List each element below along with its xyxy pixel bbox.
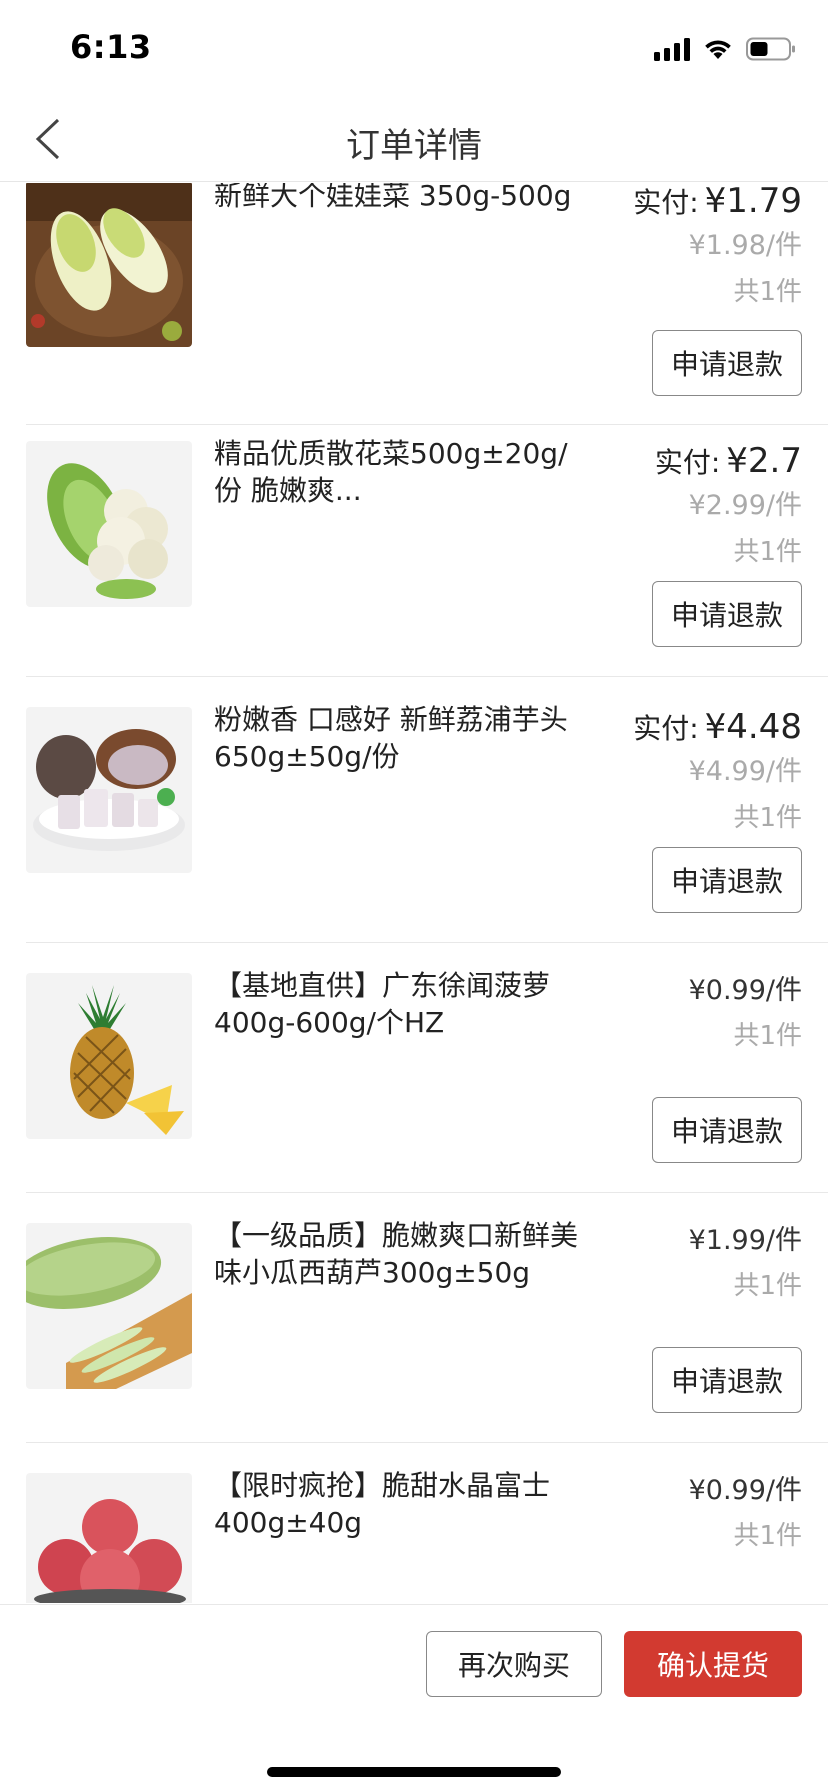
unit-price: ¥4.99/件 (688, 756, 802, 787)
price-column: ¥0.99/件 共1件 (542, 971, 802, 1053)
item-quantity: 共1件 (733, 1271, 802, 1301)
buy-again-button[interactable]: 再次购买 (426, 1631, 602, 1697)
wifi-icon (702, 37, 734, 61)
product-image-pineapple[interactable] (26, 973, 192, 1139)
item-quantity: 共1件 (733, 537, 802, 567)
product-name[interactable]: 【一级品质】脆嫩爽口新鲜美味小瓜西葫芦300g±50g (214, 1217, 584, 1291)
home-indicator[interactable] (267, 1767, 561, 1777)
paid-value: ¥2.7 (726, 441, 802, 481)
price-column: 实付: ¥2.7 ¥2.99/件 共1件 (542, 441, 802, 569)
product-name[interactable]: 精品优质散花菜500g±20g/份 脆嫩爽... (214, 435, 584, 509)
status-bar: 6:13 (0, 0, 828, 96)
price-column: ¥0.99/件 共1件 (542, 1471, 802, 1553)
refund-button[interactable]: 申请退款 (652, 1347, 802, 1413)
page-title: 订单详情 (346, 126, 482, 166)
paid-amount: 实付: ¥1.79 (542, 183, 802, 221)
product-image-cauliflower[interactable] (26, 441, 192, 607)
refund-button[interactable]: 申请退款 (652, 581, 802, 647)
item-quantity: 共1件 (733, 803, 802, 833)
order-item-list[interactable]: 新鲜大个娃娃菜 350g-500g 实付: ¥1.79 ¥1.98/件 共1件 申… (0, 183, 828, 1603)
confirm-pickup-button[interactable]: 确认提货 (624, 1631, 802, 1697)
unit-price: ¥0.99/件 (688, 1475, 802, 1506)
nav-bar: 订单详情 (0, 96, 828, 182)
price-column: 实付: ¥1.79 ¥1.98/件 共1件 (542, 183, 802, 309)
unit-price: ¥2.99/件 (688, 490, 802, 521)
price-column: ¥1.99/件 共1件 (542, 1221, 802, 1303)
paid-amount: 实付: ¥4.48 (542, 707, 802, 747)
item-quantity: 共1件 (733, 1521, 802, 1551)
paid-label: 实付: (654, 446, 721, 479)
bottom-action-bar: 再次购买 确认提货 (0, 1604, 828, 1792)
battery-icon (746, 37, 796, 61)
paid-value: ¥1.79 (704, 183, 802, 221)
item-quantity: 共1件 (733, 1021, 802, 1051)
paid-label: 实付: (633, 186, 699, 219)
item-quantity: 共1件 (733, 277, 802, 307)
paid-amount: 实付: ¥2.7 (542, 441, 802, 481)
divider (26, 1192, 828, 1193)
refund-button[interactable]: 申请退款 (652, 330, 802, 396)
paid-value: ¥4.48 (704, 707, 802, 747)
divider (26, 676, 828, 677)
divider (26, 424, 828, 425)
divider (26, 1442, 828, 1443)
product-name[interactable]: 【基地直供】广东徐闻菠萝400g-600g/个HZ (214, 967, 584, 1041)
paid-label: 实付: (633, 712, 699, 745)
unit-price: ¥1.99/件 (688, 1225, 802, 1256)
refund-button[interactable]: 申请退款 (652, 1097, 802, 1163)
refund-button[interactable]: 申请退款 (652, 847, 802, 913)
product-name[interactable]: 粉嫩香 口感好 新鲜荔浦芋头 650g±50g/份 (214, 701, 584, 775)
product-image-fuji-apple[interactable] (26, 1473, 192, 1603)
status-icons (654, 36, 796, 62)
product-name[interactable]: 【限时疯抢】脆甜水晶富士400g±40g (214, 1467, 584, 1541)
status-time: 6:13 (70, 28, 152, 66)
product-name[interactable]: 新鲜大个娃娃菜 350g-500g (214, 183, 584, 214)
signal-icon (654, 37, 690, 61)
divider (26, 942, 828, 943)
price-column: 实付: ¥4.48 ¥4.99/件 共1件 (542, 707, 802, 835)
product-image-napa-cabbage[interactable] (26, 183, 192, 347)
unit-price: ¥0.99/件 (688, 975, 802, 1006)
product-image-taro[interactable] (26, 707, 192, 873)
unit-price: ¥1.98/件 (688, 230, 802, 261)
product-image-zucchini[interactable] (26, 1223, 192, 1389)
